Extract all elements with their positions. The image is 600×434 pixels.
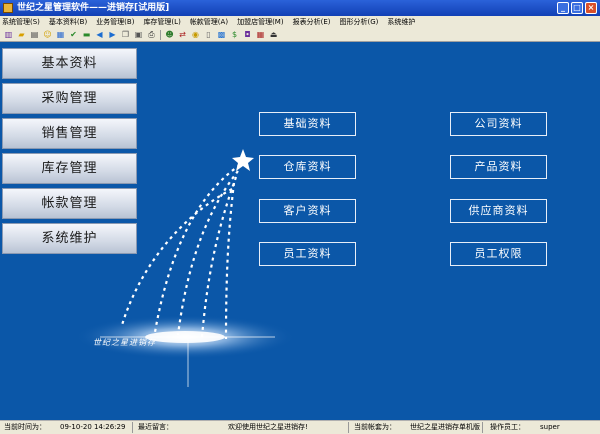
status-bar: 当前时间为： 09-10-20 14:26:29 最近留言： 欢迎使用世纪之星进…: [0, 420, 600, 434]
dollar-icon[interactable]: $: [230, 30, 239, 39]
right-arrow-icon[interactable]: ▶: [108, 30, 117, 39]
people-icon[interactable]: ☻: [165, 30, 174, 39]
minimize-button[interactable]: _: [557, 2, 569, 14]
menu-graphs[interactable]: 图形分析(G): [339, 16, 378, 28]
title-bar: 世纪之星管理软件——进销存[试用版] _ □ ×: [0, 0, 600, 16]
main-panel: 基本资料 采购管理 销售管理 库存管理 帐款管理 系统维护 世纪之星进销存 基础…: [0, 42, 600, 420]
check-icon[interactable]: ✔: [69, 30, 78, 39]
menu-reports[interactable]: 报表分析(E): [293, 16, 331, 28]
exit-icon[interactable]: ⏏: [269, 30, 278, 39]
menu-maintenance[interactable]: 系统维护: [387, 16, 415, 28]
customer-data-button[interactable]: 客户资料: [259, 199, 356, 223]
status-operator-label: 操作员工：: [490, 423, 525, 431]
window-title: 世纪之星管理软件——进销存[试用版]: [17, 3, 170, 13]
folder-icon[interactable]: ▰: [17, 30, 26, 39]
supplier-data-button[interactable]: 供应商资料: [450, 199, 547, 223]
status-message-label: 最近留言：: [138, 423, 173, 431]
left-arrow-icon[interactable]: ◀: [95, 30, 104, 39]
logo-text: 世纪之星进销存: [93, 338, 156, 347]
menu-basic-info[interactable]: 基本资料(B): [49, 16, 87, 28]
close-button[interactable]: ×: [585, 2, 597, 14]
toolbar-separator: [160, 29, 161, 40]
status-divider: [482, 422, 483, 433]
toolbar: ▥ ▰ ▤ ☺ ▦ ✔ ▬ ◀ ▶ ❐ ▣ ⎙ ☻ ⇄ ◉ ▯ ▩ $ ◘ ▦ …: [0, 28, 600, 42]
status-welcome: 欢迎使用世纪之星进销存!: [228, 423, 308, 431]
coins-icon[interactable]: ◉: [191, 30, 200, 39]
money-icon[interactable]: ▬: [82, 30, 91, 39]
status-divider: [348, 422, 349, 433]
status-time-label: 当前时间为：: [4, 423, 46, 431]
menu-system[interactable]: 系统管理(S): [2, 16, 40, 28]
sidebar-item-basic-info[interactable]: 基本资料: [2, 48, 137, 79]
menu-business[interactable]: 业务管理(B): [96, 16, 134, 28]
status-operator-value: super: [540, 423, 560, 431]
menu-inventory[interactable]: 库存管理(L): [143, 16, 180, 28]
employee-data-button[interactable]: 员工资料: [259, 242, 356, 266]
safe-icon[interactable]: ◘: [243, 30, 252, 39]
transfer-icon[interactable]: ⇄: [178, 30, 187, 39]
app-icon: [3, 3, 13, 13]
menu-bar: 系统管理(S) 基本资料(B) 业务管理(B) 库存管理(L) 帐款管理(A) …: [0, 16, 600, 28]
warehouse-data-button[interactable]: 仓库资料: [259, 155, 356, 179]
company-data-button[interactable]: 公司资料: [450, 112, 547, 136]
basic-data-button[interactable]: 基础资料: [259, 112, 356, 136]
smiley-icon[interactable]: ☺: [43, 30, 52, 39]
copy-icon[interactable]: ❐: [121, 30, 130, 39]
print-icon[interactable]: ⎙: [147, 30, 156, 39]
status-time-value: 09-10-20 14:26:29: [60, 423, 126, 431]
maximize-button[interactable]: □: [571, 2, 583, 14]
menu-franchise[interactable]: 加盟店管理(M): [237, 16, 284, 28]
product-data-button[interactable]: 产品资料: [450, 155, 547, 179]
calendar-icon[interactable]: ▦: [256, 30, 265, 39]
status-account-label: 当前帐套为：: [354, 423, 396, 431]
status-divider: [132, 422, 133, 433]
notes-icon[interactable]: ▤: [30, 30, 39, 39]
menu-accounts[interactable]: 帐款管理(A): [190, 16, 228, 28]
chart-icon[interactable]: ▦: [56, 30, 65, 39]
cards-icon[interactable]: ▩: [217, 30, 226, 39]
book-icon[interactable]: ▥: [4, 30, 13, 39]
document-icon[interactable]: ▯: [204, 30, 213, 39]
status-account-value: 世纪之星进销存单机版: [410, 423, 480, 431]
paste-icon[interactable]: ▣: [134, 30, 143, 39]
employee-permissions-button[interactable]: 员工权限: [450, 242, 547, 266]
sidebar-item-purchase[interactable]: 采购管理: [2, 83, 137, 114]
